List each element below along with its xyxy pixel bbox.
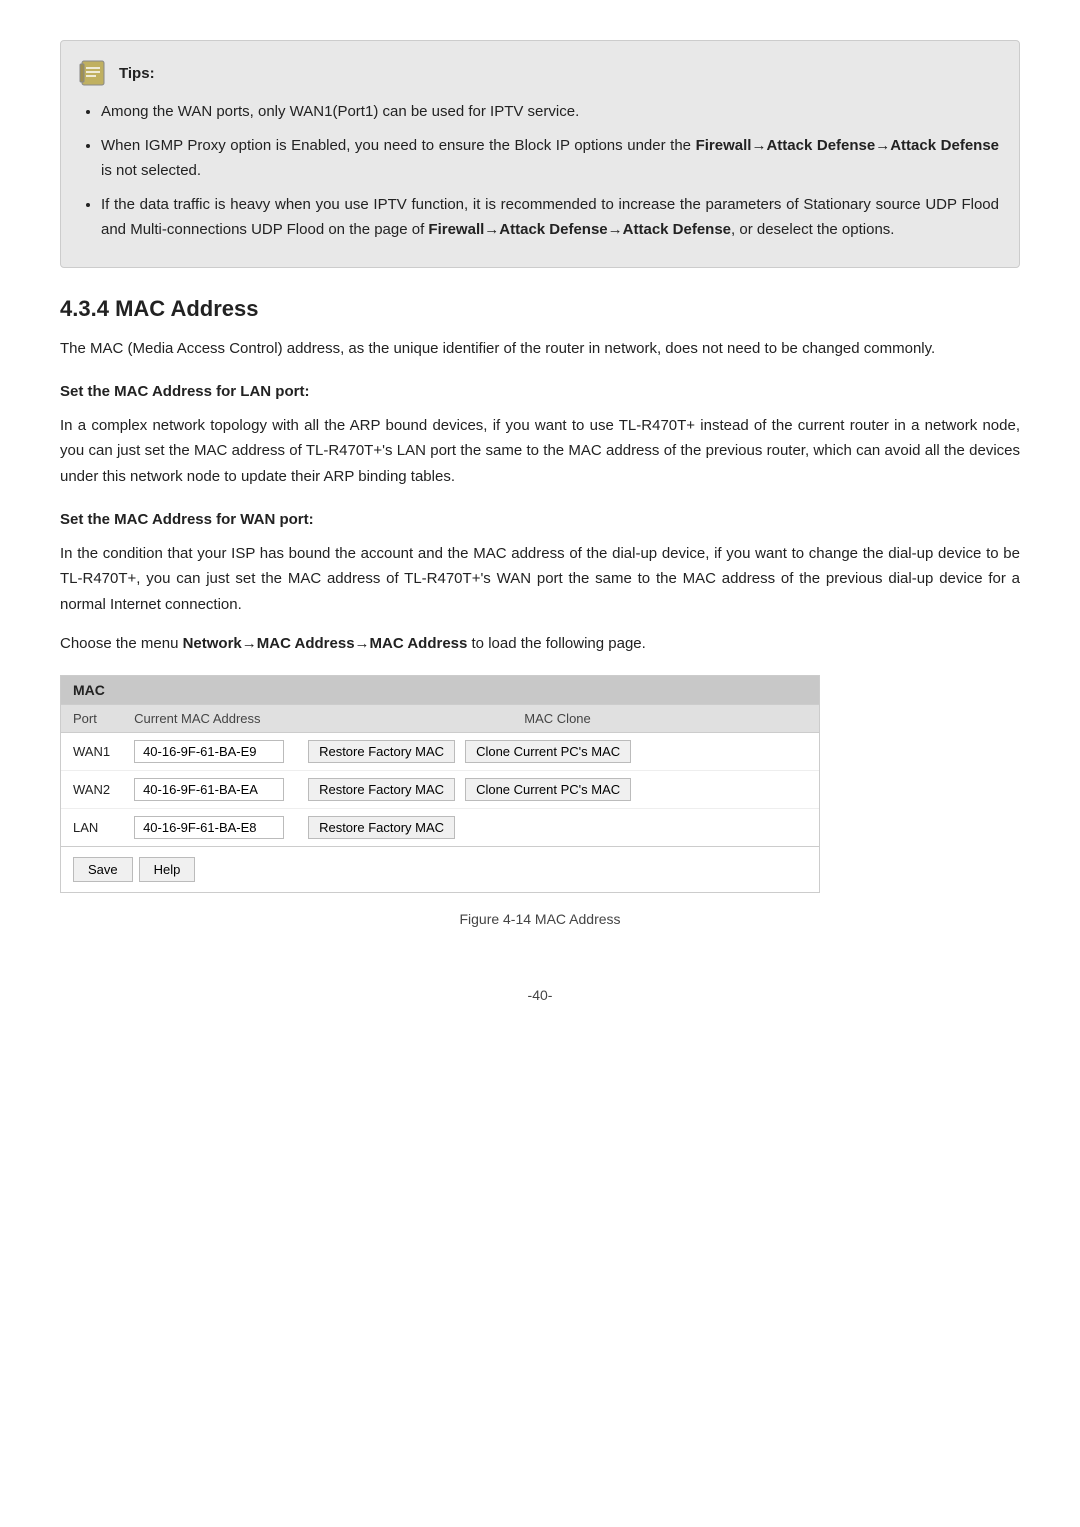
mac-input-wan2[interactable] (134, 778, 284, 801)
help-button[interactable]: Help (139, 857, 196, 882)
save-row: Save Help (61, 846, 819, 892)
restore-factory-mac-wan2[interactable]: Restore Factory MAC (308, 778, 455, 801)
lan-text: In a complex network topology with all t… (60, 413, 1020, 490)
lan-subheading: Set the MAC Address for LAN port: (60, 379, 1020, 405)
restore-factory-mac-wan1[interactable]: Restore Factory MAC (308, 740, 455, 763)
mac-input-wan1[interactable] (134, 740, 284, 763)
table-row: LAN Restore Factory MAC (61, 808, 819, 846)
port-wan1: WAN1 (61, 732, 122, 770)
mac-lan (122, 808, 296, 846)
figure-caption: Figure 4-14 MAC Address (60, 911, 1020, 927)
menu-bold: Network→MAC Address→MAC Address (183, 635, 468, 652)
mac-input-lan[interactable] (134, 816, 284, 839)
clone-cell-lan: Restore Factory MAC (296, 808, 819, 846)
wan-text: In the condition that your ISP has bound… (60, 541, 1020, 618)
header-current-mac: Current MAC Address (122, 705, 296, 733)
save-button[interactable]: Save (73, 857, 133, 882)
tips-item-2: When IGMP Proxy option is Enabled, you n… (101, 133, 999, 184)
tips-list: Among the WAN ports, only WAN1(Port1) ca… (77, 99, 999, 243)
mac-wan1 (122, 732, 296, 770)
clone-current-pc-mac-wan1[interactable]: Clone Current PC's MAC (465, 740, 631, 763)
restore-factory-mac-lan[interactable]: Restore Factory MAC (308, 816, 455, 839)
clone-cell-wan1: Restore Factory MAC Clone Current PC's M… (296, 732, 819, 770)
tips-label: Tips: (119, 65, 155, 82)
menu-instruction: Choose the menu Network→MAC Address→MAC … (60, 631, 1020, 657)
clone-cell-wan2: Restore Factory MAC Clone Current PC's M… (296, 770, 819, 808)
wan-subheading: Set the MAC Address for WAN port: (60, 507, 1020, 533)
tips-item-1: Among the WAN ports, only WAN1(Port1) ca… (101, 99, 999, 125)
section-title: MAC Address (115, 296, 258, 321)
mac-table: Port Current MAC Address MAC Clone WAN1 … (61, 705, 819, 846)
port-wan2: WAN2 (61, 770, 122, 808)
mac-table-wrapper: MAC Port Current MAC Address MAC Clone W… (60, 675, 820, 893)
tips-box: Tips: Among the WAN ports, only WAN1(Por… (60, 40, 1020, 268)
table-row: WAN2 Restore Factory MAC Clone Current P… (61, 770, 819, 808)
table-row: WAN1 Restore Factory MAC Clone Current P… (61, 732, 819, 770)
section-number: 4.3.4 (60, 296, 109, 321)
page-number: -40- (60, 987, 1020, 1003)
tips-icon (77, 57, 109, 89)
header-mac-clone: MAC Clone (296, 705, 819, 733)
section-heading: 4.3.4 MAC Address (60, 296, 1020, 322)
clone-current-pc-mac-wan2[interactable]: Clone Current PC's MAC (465, 778, 631, 801)
mac-wan2 (122, 770, 296, 808)
header-port: Port (61, 705, 122, 733)
tips-item-3: If the data traffic is heavy when you us… (101, 192, 999, 243)
intro-paragraph: The MAC (Media Access Control) address, … (60, 336, 1020, 362)
port-lan: LAN (61, 808, 122, 846)
tips-header: Tips: (77, 57, 999, 89)
mac-table-title: MAC (61, 676, 819, 705)
